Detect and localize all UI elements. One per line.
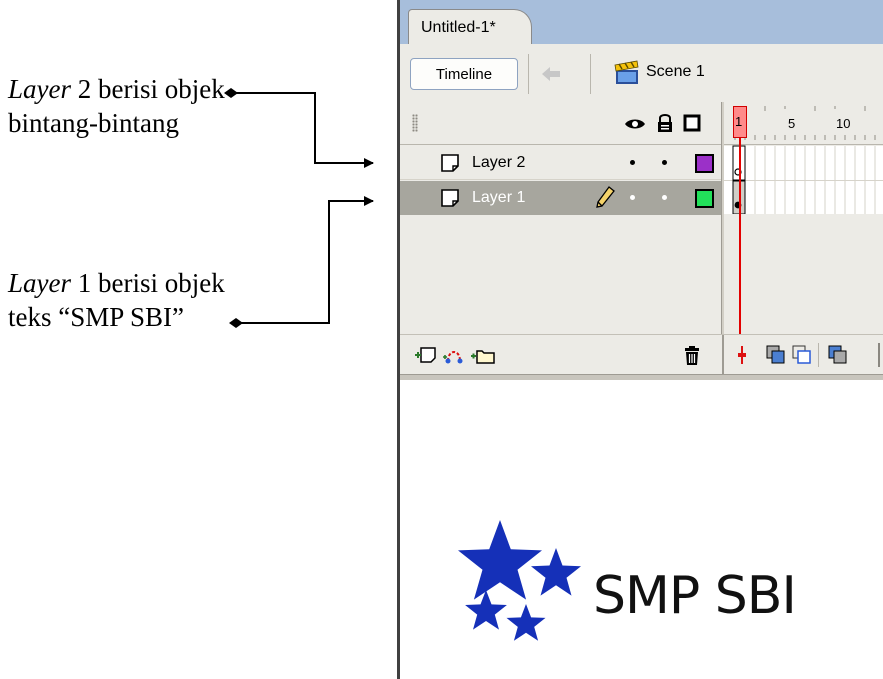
frame-ruler[interactable]: 5 10: [724, 102, 883, 144]
scene-label[interactable]: Scene 1: [646, 63, 705, 81]
outline-icon[interactable]: [683, 114, 701, 132]
annotation-layer1: Layer 1 berisi objek teks “SMP SBI”: [8, 266, 225, 334]
insert-folder-icon[interactable]: [470, 345, 496, 365]
frame-cells: [724, 145, 883, 215]
timeline-panel: 5 10 Layer 2 Layer 1 1: [400, 102, 883, 375]
lock-icon[interactable]: [656, 113, 674, 133]
document-tab[interactable]: Untitled-1*: [408, 9, 532, 45]
medium-star: [531, 548, 581, 596]
outline-color-swatch[interactable]: [695, 154, 714, 173]
small-star-right: [506, 604, 546, 641]
current-frame-label: 1: [735, 114, 743, 129]
layer-icon: [441, 189, 459, 207]
panel-grip[interactable]: [412, 114, 418, 132]
big-star: [458, 520, 542, 600]
outline-color-swatch[interactable]: [695, 189, 714, 208]
layer-name[interactable]: Layer 2: [472, 154, 525, 172]
toolbar-separator: [528, 54, 529, 94]
scene-icon: [614, 60, 639, 84]
layer-row-layer-1[interactable]: Layer 1: [400, 181, 721, 215]
document-tab-bar: Untitled-1*: [400, 0, 883, 45]
playhead[interactable]: 1: [733, 106, 747, 138]
edit-multiple-frames-icon[interactable]: [828, 345, 848, 365]
playhead-line: [739, 138, 741, 356]
back-arrow-icon[interactable]: [540, 64, 562, 84]
pencil-icon: [596, 186, 615, 208]
timeline-button[interactable]: Timeline: [410, 58, 518, 90]
annotation-layer1-text: 1 berisi objek: [71, 268, 225, 298]
frame-grid[interactable]: [724, 144, 883, 215]
edit-bar: Timeline Scene 1: [400, 44, 883, 103]
annotation-layer2: Layer 2 berisi objek bintang-bintang: [8, 72, 225, 140]
annotation-layer2-text: 2 berisi objek: [71, 74, 225, 104]
lock-dot[interactable]: [662, 160, 667, 165]
layer-icon: [441, 154, 459, 172]
footer-separator: [878, 343, 880, 367]
ruler-label-5: 5: [788, 116, 796, 131]
annotation-layer1-em: Layer: [8, 268, 71, 298]
onion-skin-icon[interactable]: [766, 345, 786, 365]
toolbar-separator: [590, 54, 591, 94]
arrow-layer2: [224, 88, 374, 168]
annotation-layer2-line2: bintang-bintang: [8, 108, 179, 138]
stage-canvas[interactable]: SMP SBI: [400, 380, 883, 679]
layer-name[interactable]: Layer 1: [472, 189, 525, 207]
footer-divider: [722, 335, 724, 375]
footer-separator: [818, 343, 819, 367]
onion-skin-outlines-icon[interactable]: [792, 345, 812, 365]
visibility-dot[interactable]: [630, 160, 635, 165]
small-star-left: [465, 590, 507, 630]
annotation-layer1-line2: teks “SMP SBI”: [8, 302, 185, 332]
flash-document-window: Untitled-1* Timeline Scene 1 5 10 Layer …: [397, 0, 883, 679]
stars-graphic[interactable]: [446, 520, 586, 650]
delete-layer-icon[interactable]: [682, 345, 702, 367]
logo-text: SMP SBI: [593, 566, 797, 626]
stars-group: [458, 520, 581, 641]
visibility-dot[interactable]: [630, 195, 635, 200]
insert-layer-icon[interactable]: [414, 345, 438, 365]
lock-dot[interactable]: [662, 195, 667, 200]
annotation-layer2-em: Layer: [8, 74, 71, 104]
ruler-ticks: [734, 106, 876, 140]
timeline-footer: [400, 334, 883, 375]
eye-icon[interactable]: [624, 117, 646, 131]
center-frame-icon[interactable]: [734, 345, 750, 365]
add-motion-guide-icon[interactable]: [442, 345, 466, 365]
ruler-label-10: 10: [836, 116, 851, 131]
layer-row-layer-2[interactable]: Layer 2: [400, 146, 721, 180]
arrow-layer1: [229, 196, 374, 328]
